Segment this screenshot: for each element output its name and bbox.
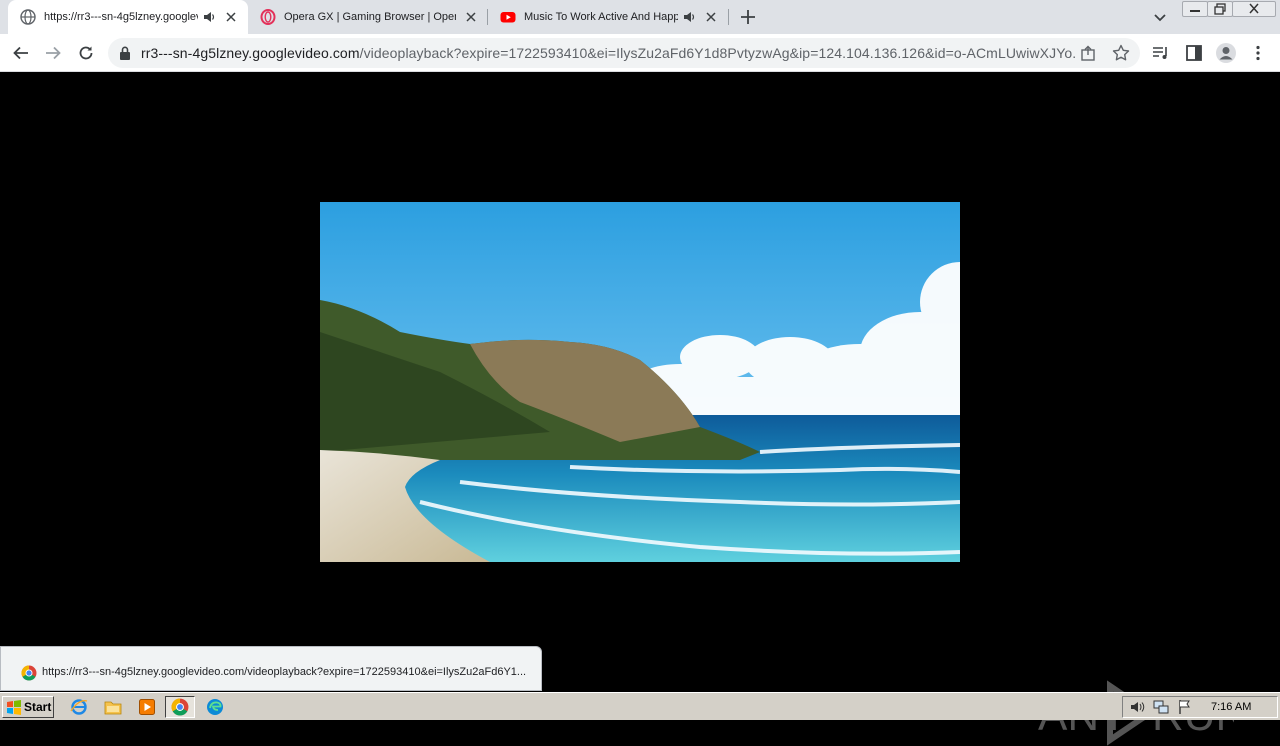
status-url-text: https://rr3---sn-4g5lzney.googlevideo.co…: [42, 666, 527, 678]
side-panel-button[interactable]: [1182, 41, 1206, 65]
restore-button[interactable]: [1207, 1, 1233, 17]
media-queue-icon: [1153, 47, 1167, 59]
profile-button[interactable]: [1214, 41, 1238, 65]
share-icon[interactable]: [1080, 45, 1098, 61]
url-path: /videoplayback?expire=1722593410&ei=Ilys…: [359, 45, 1076, 61]
speaker-icon[interactable]: [682, 10, 696, 24]
minimize-button[interactable]: [1182, 1, 1208, 17]
globe-icon: [20, 9, 36, 25]
back-button[interactable]: [9, 41, 33, 65]
internet-explorer-icon[interactable]: [70, 698, 88, 716]
reload-icon: [79, 46, 93, 60]
kebab-menu-icon: [1256, 45, 1260, 61]
minimize-icon: [1190, 10, 1200, 12]
edge-icon[interactable]: [206, 698, 224, 716]
chrome-icon: [171, 698, 189, 716]
action-center-flag-icon[interactable]: [1177, 699, 1193, 715]
tab-video-playback[interactable]: https://rr3---sn-4g5lzney.googlevideo.co…: [8, 0, 248, 34]
volume-icon[interactable]: [1129, 699, 1145, 715]
restore-icon: [1214, 3, 1226, 15]
file-explorer-icon[interactable]: [104, 698, 122, 716]
tab-youtube-music[interactable]: Music To Work Active And Happy: [488, 0, 728, 34]
media-player-icon[interactable]: [138, 698, 156, 716]
forward-button[interactable]: [41, 41, 65, 65]
start-label: Start: [24, 700, 52, 714]
close-window-button[interactable]: [1232, 1, 1276, 17]
tab-title: https://rr3---sn-4g5lzney.googlevideo.co…: [44, 11, 198, 23]
forward-arrow-icon: [46, 46, 61, 60]
side-panel-icon: [1186, 45, 1202, 61]
menu-button[interactable]: [1246, 41, 1270, 65]
avatar-icon: [1216, 43, 1236, 63]
video-player[interactable]: [320, 202, 960, 562]
speaker-icon[interactable]: [202, 10, 216, 24]
url-text[interactable]: rr3---sn-4g5lzney.googlevideo.com/videop…: [141, 45, 1076, 61]
address-bar[interactable]: rr3---sn-4g5lzney.googlevideo.com/videop…: [108, 38, 1140, 68]
close-tab-icon[interactable]: [224, 10, 238, 24]
browser-toolbar: rr3---sn-4g5lzney.googlevideo.com/videop…: [0, 34, 1280, 72]
link-status-bubble: https://rr3---sn-4g5lzney.googlevideo.co…: [0, 646, 542, 691]
url-host: rr3---sn-4g5lzney.googlevideo.com: [141, 45, 360, 61]
tab-separator: [728, 9, 729, 25]
taskbar-clock[interactable]: 7:16 AM: [1211, 701, 1251, 713]
media-controls-button[interactable]: [1149, 41, 1173, 65]
new-tab-plus-icon[interactable]: [738, 7, 758, 27]
youtube-icon: [500, 12, 516, 23]
tab-title: Music To Work Active And Happy: [524, 11, 678, 23]
tab-title: Opera GX | Gaming Browser | Opera: [284, 11, 456, 23]
reload-button[interactable]: [74, 41, 98, 65]
chevron-down-icon[interactable]: [1152, 9, 1168, 25]
opera-icon: [260, 9, 276, 25]
beach-video-frame: [320, 202, 960, 562]
tab-strip: https://rr3---sn-4g5lzney.googlevideo.co…: [0, 0, 1280, 34]
page-content: ANY RUN: [0, 72, 1280, 746]
lock-icon[interactable]: [118, 45, 132, 61]
windows-taskbar: Start 7:16 AM: [0, 692, 1280, 720]
close-tab-icon[interactable]: [464, 10, 478, 24]
tab-opera-gx[interactable]: Opera GX | Gaming Browser | Opera: [248, 0, 488, 34]
close-icon: [1249, 3, 1259, 14]
system-tray: 7:16 AM: [1122, 696, 1278, 718]
start-button[interactable]: Start: [2, 696, 54, 718]
back-arrow-icon: [13, 46, 28, 60]
close-tab-icon[interactable]: [704, 10, 718, 24]
network-icon[interactable]: [1153, 699, 1169, 715]
bookmark-star-icon[interactable]: [1112, 44, 1130, 62]
chrome-icon: [21, 665, 37, 681]
taskbar-chrome-button[interactable]: [165, 696, 195, 718]
windows-flag-icon: [7, 700, 21, 715]
